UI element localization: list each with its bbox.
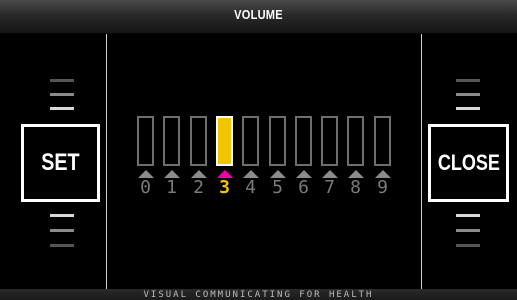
left-upper-dash [50,79,74,82]
title-bar: VOLUME [0,0,517,34]
volume-level-bar-8[interactable] [347,116,364,166]
left-upper-dash [50,107,74,110]
volume-level-bar-0[interactable] [137,116,154,166]
volume-level-label: 7 [324,177,335,198]
close-button[interactable]: CLOSE [428,124,509,202]
volume-level-label: 8 [350,177,361,198]
footer-bar: VISUAL COMMUNICATING FOR HEALTH [0,289,517,300]
footer-text: VISUAL COMMUNICATING FOR HEALTH [143,290,374,300]
set-button-label: SET [41,149,80,176]
volume-level-bar-6[interactable] [295,116,312,166]
volume-level-label: 3 [219,177,230,198]
right-upper-dash [456,93,480,96]
left-divider [106,34,107,289]
volume-level-bar-2[interactable] [190,116,207,166]
volume-level-label: 5 [272,177,283,198]
right-upper-dash [456,107,480,110]
set-button[interactable]: SET [21,124,100,202]
volume-level-label: 6 [298,177,309,198]
right-divider [421,34,422,289]
left-lower-dash [50,214,74,217]
volume-level-label: 1 [166,177,177,198]
left-lower-dash [50,244,74,247]
volume-level-bar-7[interactable] [321,116,338,166]
right-lower-dash [456,214,480,217]
volume-level-bar-5[interactable] [269,116,286,166]
volume-level-bar-3[interactable] [216,116,233,166]
left-lower-dash [50,229,74,232]
page-title: VOLUME [234,7,283,22]
right-lower-dash [456,244,480,247]
right-upper-dash [456,79,480,82]
right-lower-dash [456,229,480,232]
volume-level-label: 9 [377,177,388,198]
volume-level-bar-4[interactable] [242,116,259,166]
volume-level-bar-9[interactable] [374,116,391,166]
volume-level-bar-1[interactable] [163,116,180,166]
volume-level-label: 4 [245,177,256,198]
left-upper-dash [50,93,74,96]
volume-level-label: 0 [140,177,151,198]
close-button-label: CLOSE [437,150,500,175]
volume-level-label: 2 [193,177,204,198]
